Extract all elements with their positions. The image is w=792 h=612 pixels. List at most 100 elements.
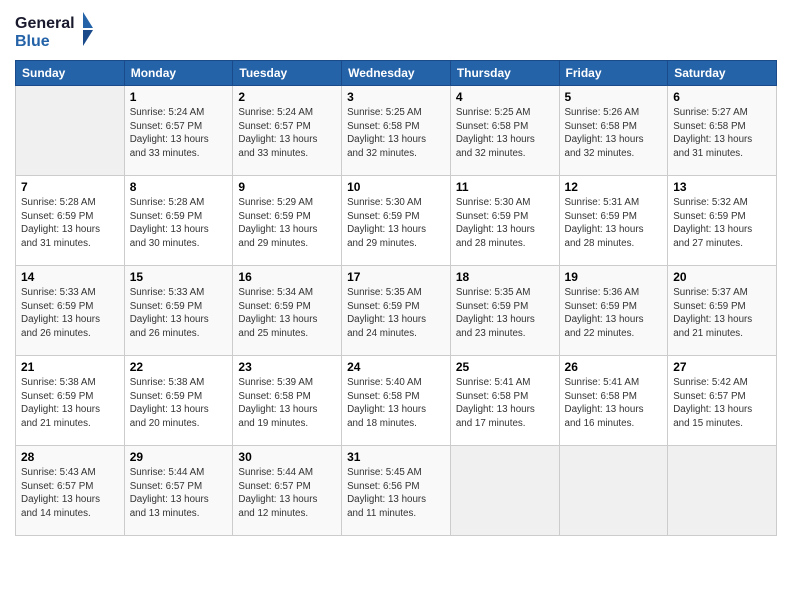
day-number: 2 [238, 90, 336, 104]
calendar-cell: 12 Sunrise: 5:31 AMSunset: 6:59 PMDayligh… [559, 176, 668, 266]
calendar-week-row: 1 Sunrise: 5:24 AMSunset: 6:57 PMDaylight… [16, 86, 777, 176]
calendar-table: SundayMondayTuesdayWednesdayThursdayFrid… [15, 60, 777, 536]
calendar-cell: 22 Sunrise: 5:38 AMSunset: 6:59 PMDayligh… [124, 356, 233, 446]
day-number: 13 [673, 180, 771, 194]
day-number: 30 [238, 450, 336, 464]
day-number: 28 [21, 450, 119, 464]
day-number: 19 [565, 270, 663, 284]
calendar-cell: 7Sunrise: 5:28 AMSunset: 6:59 PMDaylight… [16, 176, 125, 266]
day-info: Sunrise: 5:41 AMSunset: 6:58 PMDaylight:… [456, 376, 554, 431]
weekday-header-saturday: Saturday [668, 61, 777, 86]
calendar-cell: 29 Sunrise: 5:44 AMSunset: 6:57 PMDayligh… [124, 446, 233, 536]
day-number: 20 [673, 270, 771, 284]
day-number: 14 [21, 270, 119, 284]
calendar-cell: 25 Sunrise: 5:41 AMSunset: 6:58 PMDayligh… [450, 356, 559, 446]
day-number: 3 [347, 90, 445, 104]
day-number: 4 [456, 90, 554, 104]
day-info: Sunrise: 5:35 AMSunset: 6:59 PMDaylight:… [456, 286, 554, 341]
calendar-cell: 24 Sunrise: 5:40 AMSunset: 6:58 PMDayligh… [342, 356, 451, 446]
day-number: 9 [238, 180, 336, 194]
calendar-cell: 5Sunrise: 5:26 AMSunset: 6:58 PMDaylight… [559, 86, 668, 176]
calendar-cell: 8 Sunrise: 5:28 AMSunset: 6:59 PMDaylight… [124, 176, 233, 266]
logo: General Blue [15, 10, 95, 52]
svg-text:Blue: Blue [15, 33, 50, 50]
svg-text:General: General [15, 15, 75, 32]
calendar-cell [668, 446, 777, 536]
day-info: Sunrise: 5:26 AMSunset: 6:58 PMDaylight:… [565, 106, 663, 161]
day-number: 22 [130, 360, 228, 374]
weekday-header-sunday: Sunday [16, 61, 125, 86]
calendar-cell [450, 446, 559, 536]
calendar-cell: 4 Sunrise: 5:25 AMSunset: 6:58 PMDaylight… [450, 86, 559, 176]
day-number: 27 [673, 360, 771, 374]
day-number: 8 [130, 180, 228, 194]
calendar-cell: 3 Sunrise: 5:25 AMSunset: 6:58 PMDaylight… [342, 86, 451, 176]
calendar-cell: 18 Sunrise: 5:35 AMSunset: 6:59 PMDayligh… [450, 266, 559, 356]
calendar-cell: 16 Sunrise: 5:34 AMSunset: 6:59 PMDayligh… [233, 266, 342, 356]
day-info: Sunrise: 5:33 AMSunset: 6:59 PMDaylight:… [21, 286, 119, 341]
day-info: Sunrise: 5:25 AMSunset: 6:58 PMDaylight:… [347, 106, 445, 161]
day-number: 25 [456, 360, 554, 374]
day-info: Sunrise: 5:41 AMSunset: 6:58 PMDaylight:… [565, 376, 663, 431]
day-number: 24 [347, 360, 445, 374]
day-number: 23 [238, 360, 336, 374]
day-info: Sunrise: 5:31 AMSunset: 6:59 PMDaylight:… [565, 196, 663, 251]
page-header: General Blue [15, 10, 777, 52]
day-info: Sunrise: 5:44 AMSunset: 6:57 PMDaylight:… [130, 466, 228, 521]
calendar-cell: 13 Sunrise: 5:32 AMSunset: 6:59 PMDayligh… [668, 176, 777, 266]
calendar-cell: 9 Sunrise: 5:29 AMSunset: 6:59 PMDaylight… [233, 176, 342, 266]
day-number: 18 [456, 270, 554, 284]
calendar-cell: 27 Sunrise: 5:42 AMSunset: 6:57 PMDayligh… [668, 356, 777, 446]
calendar-week-row: 21 Sunrise: 5:38 AMSunset: 6:59 PMDayligh… [16, 356, 777, 446]
day-info: Sunrise: 5:28 AMSunset: 6:59 PMDaylight:… [130, 196, 228, 251]
day-info: Sunrise: 5:40 AMSunset: 6:58 PMDaylight:… [347, 376, 445, 431]
calendar-cell [559, 446, 668, 536]
day-info: Sunrise: 5:24 AMSunset: 6:57 PMDaylight:… [130, 106, 228, 161]
day-info: Sunrise: 5:30 AMSunset: 6:59 PMDaylight:… [456, 196, 554, 251]
day-number: 16 [238, 270, 336, 284]
day-number: 7 [21, 180, 119, 194]
calendar-week-row: 28Sunrise: 5:43 AMSunset: 6:57 PMDayligh… [16, 446, 777, 536]
day-info: Sunrise: 5:36 AMSunset: 6:59 PMDaylight:… [565, 286, 663, 341]
calendar-cell: 23 Sunrise: 5:39 AMSunset: 6:58 PMDayligh… [233, 356, 342, 446]
weekday-header-tuesday: Tuesday [233, 61, 342, 86]
day-info: Sunrise: 5:38 AMSunset: 6:59 PMDaylight:… [130, 376, 228, 431]
calendar-cell: 26Sunrise: 5:41 AMSunset: 6:58 PMDayligh… [559, 356, 668, 446]
calendar-cell: 11Sunrise: 5:30 AMSunset: 6:59 PMDayligh… [450, 176, 559, 266]
day-info: Sunrise: 5:39 AMSunset: 6:58 PMDaylight:… [238, 376, 336, 431]
logo-svg: General Blue [15, 10, 95, 52]
calendar-week-row: 14 Sunrise: 5:33 AMSunset: 6:59 PMDayligh… [16, 266, 777, 356]
day-info: Sunrise: 5:42 AMSunset: 6:57 PMDaylight:… [673, 376, 771, 431]
day-info: Sunrise: 5:38 AMSunset: 6:59 PMDaylight:… [21, 376, 119, 431]
calendar-cell: 15 Sunrise: 5:33 AMSunset: 6:59 PMDayligh… [124, 266, 233, 356]
weekday-header-friday: Friday [559, 61, 668, 86]
day-number: 12 [565, 180, 663, 194]
calendar-cell: 14 Sunrise: 5:33 AMSunset: 6:59 PMDayligh… [16, 266, 125, 356]
calendar-cell: 30 Sunrise: 5:44 AMSunset: 6:57 PMDayligh… [233, 446, 342, 536]
day-info: Sunrise: 5:45 AMSunset: 6:56 PMDaylight:… [347, 466, 445, 521]
day-info: Sunrise: 5:33 AMSunset: 6:59 PMDaylight:… [130, 286, 228, 341]
weekday-header-wednesday: Wednesday [342, 61, 451, 86]
day-number: 15 [130, 270, 228, 284]
day-number: 1 [130, 90, 228, 104]
calendar-cell: 6 Sunrise: 5:27 AMSunset: 6:58 PMDaylight… [668, 86, 777, 176]
day-info: Sunrise: 5:25 AMSunset: 6:58 PMDaylight:… [456, 106, 554, 161]
day-info: Sunrise: 5:44 AMSunset: 6:57 PMDaylight:… [238, 466, 336, 521]
day-info: Sunrise: 5:35 AMSunset: 6:59 PMDaylight:… [347, 286, 445, 341]
day-number: 21 [21, 360, 119, 374]
calendar-cell: 20Sunrise: 5:37 AMSunset: 6:59 PMDayligh… [668, 266, 777, 356]
weekday-header-thursday: Thursday [450, 61, 559, 86]
day-number: 6 [673, 90, 771, 104]
day-number: 29 [130, 450, 228, 464]
day-number: 17 [347, 270, 445, 284]
calendar-cell [16, 86, 125, 176]
day-info: Sunrise: 5:29 AMSunset: 6:59 PMDaylight:… [238, 196, 336, 251]
calendar-cell: 19 Sunrise: 5:36 AMSunset: 6:59 PMDayligh… [559, 266, 668, 356]
day-number: 31 [347, 450, 445, 464]
weekday-header-monday: Monday [124, 61, 233, 86]
calendar-week-row: 7 Sunrise: 5:28 AMSunset: 6:59 PMDaylight… [16, 176, 777, 266]
day-info: Sunrise: 5:34 AMSunset: 6:59 PMDaylight:… [238, 286, 336, 341]
day-info: Sunrise: 5:27 AMSunset: 6:58 PMDaylight:… [673, 106, 771, 161]
calendar-body: 1 Sunrise: 5:24 AMSunset: 6:57 PMDaylight… [16, 86, 777, 536]
day-info: Sunrise: 5:32 AMSunset: 6:59 PMDaylight:… [673, 196, 771, 251]
